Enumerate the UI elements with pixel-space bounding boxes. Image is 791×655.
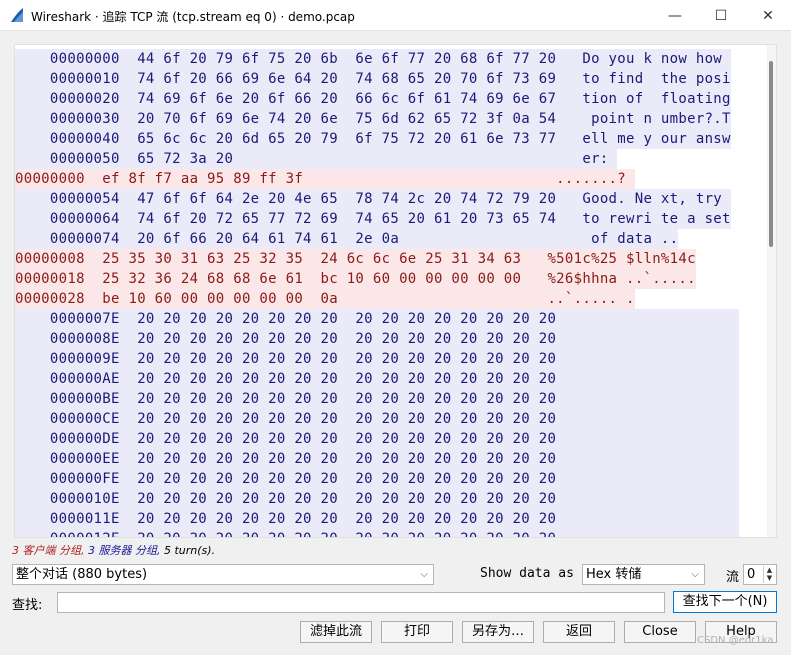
client-stream-line: 000000DE 20 20 20 20 20 20 20 20 20 20 2…: [15, 429, 740, 449]
close-button[interactable]: Close: [624, 621, 696, 643]
chevron-down-icon: ⌵: [691, 569, 699, 580]
data-format-select[interactable]: Hex 转储 ⌵: [582, 564, 705, 585]
summary-client-packets: 3 客户端 分组,: [12, 544, 85, 557]
stream-number-value: 0: [747, 567, 756, 582]
client-stream-line: 0000007E 20 20 20 20 20 20 20 20 20 20 2…: [15, 309, 740, 329]
save-as-button[interactable]: 另存为…: [462, 621, 534, 643]
client-stream-line: 000000AE 20 20 20 20 20 20 20 20 20 20 2…: [15, 369, 740, 389]
client-stream-line: 0000009E 20 20 20 20 20 20 20 20 20 20 2…: [15, 349, 740, 369]
summary-turns: 5 turn(s).: [160, 544, 216, 557]
client-stream-line: 00000050 65 72 3a 20 er:: [15, 149, 618, 169]
window-title: Wireshark · 追踪 TCP 流 (tcp.stream eq 0) ·…: [31, 10, 355, 24]
client-stream-line: 00000020 74 69 6f 6e 20 6f 66 20 66 6c 6…: [15, 89, 731, 109]
back-button[interactable]: 返回: [543, 621, 615, 643]
client-stream-line: 0000012E 20 20 20 20 20 20 20 20 20 20 2…: [15, 529, 740, 537]
client-stream-line: 0000010E 20 20 20 20 20 20 20 20 20 20 2…: [15, 489, 740, 509]
client-stream-line: 0000011E 20 20 20 20 20 20 20 20 20 20 2…: [15, 509, 740, 529]
client-stream-line: 000000CE 20 20 20 20 20 20 20 20 20 20 2…: [15, 409, 740, 429]
client-stream-line: 00000040 65 6c 6c 20 6d 65 20 79 6f 75 7…: [15, 129, 731, 149]
stream-content-pane[interactable]: 00000000 44 6f 20 79 6f 75 20 6b 6e 6f 7…: [14, 44, 777, 538]
stream-summary: 3 客户端 分组, 3 服务器 分组, 5 turn(s).: [12, 542, 215, 558]
client-stream-line: 00000074 20 6f 66 20 64 61 74 61 2e 0a o…: [15, 229, 679, 249]
stream-label: 流: [726, 570, 740, 585]
print-button[interactable]: 打印: [381, 621, 453, 643]
chevron-down-icon: ⌵: [420, 569, 428, 580]
client-stream-line: 000000BE 20 20 20 20 20 20 20 20 20 20 2…: [15, 389, 740, 409]
find-next-button[interactable]: 查找下一个(N): [673, 591, 777, 613]
client-stream-line: 00000064 74 6f 20 72 65 77 72 69 74 65 2…: [15, 209, 731, 229]
find-input[interactable]: [57, 592, 665, 613]
show-data-as-label: Show data as: [480, 566, 574, 581]
stream-number-spinbox[interactable]: 0 ▲ ▼: [743, 564, 777, 585]
minimize-button[interactable]: —: [652, 0, 698, 31]
conversation-select-value: 整个对话 (880 bytes): [16, 567, 148, 582]
scroll-thumb[interactable]: [769, 61, 773, 247]
client-stream-line: 0000008E 20 20 20 20 20 20 20 20 20 20 2…: [15, 329, 740, 349]
summary-server-packets: 3 服务器 分组,: [84, 544, 161, 557]
server-stream-line: 00000008 25 35 30 31 63 25 32 35 24 6c 6…: [15, 249, 696, 269]
server-stream-line: 00000028 be 10 60 00 00 00 00 00 0a ..`.…: [15, 289, 635, 309]
title-bar: Wireshark · 追踪 TCP 流 (tcp.stream eq 0) ·…: [0, 0, 791, 31]
close-window-button[interactable]: ✕: [745, 0, 791, 31]
server-stream-line: 00000000 ef 8f f7 aa 95 89 ff 3f .......…: [15, 169, 635, 189]
wireshark-fin-icon: [11, 8, 23, 22]
watermark-text: CSDN @edr1ka: [697, 635, 774, 646]
client-stream-line: 000000EE 20 20 20 20 20 20 20 20 20 20 2…: [15, 449, 740, 469]
server-stream-line: 00000018 25 32 36 24 68 68 6e 61 bc 10 6…: [15, 269, 696, 289]
client-stream-line: 000000FE 20 20 20 20 20 20 20 20 20 20 2…: [15, 469, 740, 489]
conversation-select[interactable]: 整个对话 (880 bytes) ⌵: [12, 564, 434, 585]
client-stream-line: 00000010 74 6f 20 66 69 6e 64 20 74 68 6…: [15, 69, 731, 89]
client-stream-line: 00000030 20 70 6f 69 6e 74 20 6e 75 6d 6…: [15, 109, 731, 129]
filter-out-stream-button[interactable]: 滤掉此流: [300, 621, 372, 643]
client-stream-line: 00000000 44 6f 20 79 6f 75 20 6b 6e 6f 7…: [15, 49, 731, 69]
spin-arrows-icon[interactable]: ▲ ▼: [763, 566, 775, 583]
find-label: 查找:: [12, 598, 43, 613]
vertical-scrollbar[interactable]: [767, 45, 776, 537]
maximize-button[interactable]: ☐: [698, 0, 744, 31]
data-format-value: Hex 转储: [586, 567, 642, 582]
client-stream-line: 00000054 47 6f 6f 64 2e 20 4e 65 78 74 2…: [15, 189, 731, 209]
